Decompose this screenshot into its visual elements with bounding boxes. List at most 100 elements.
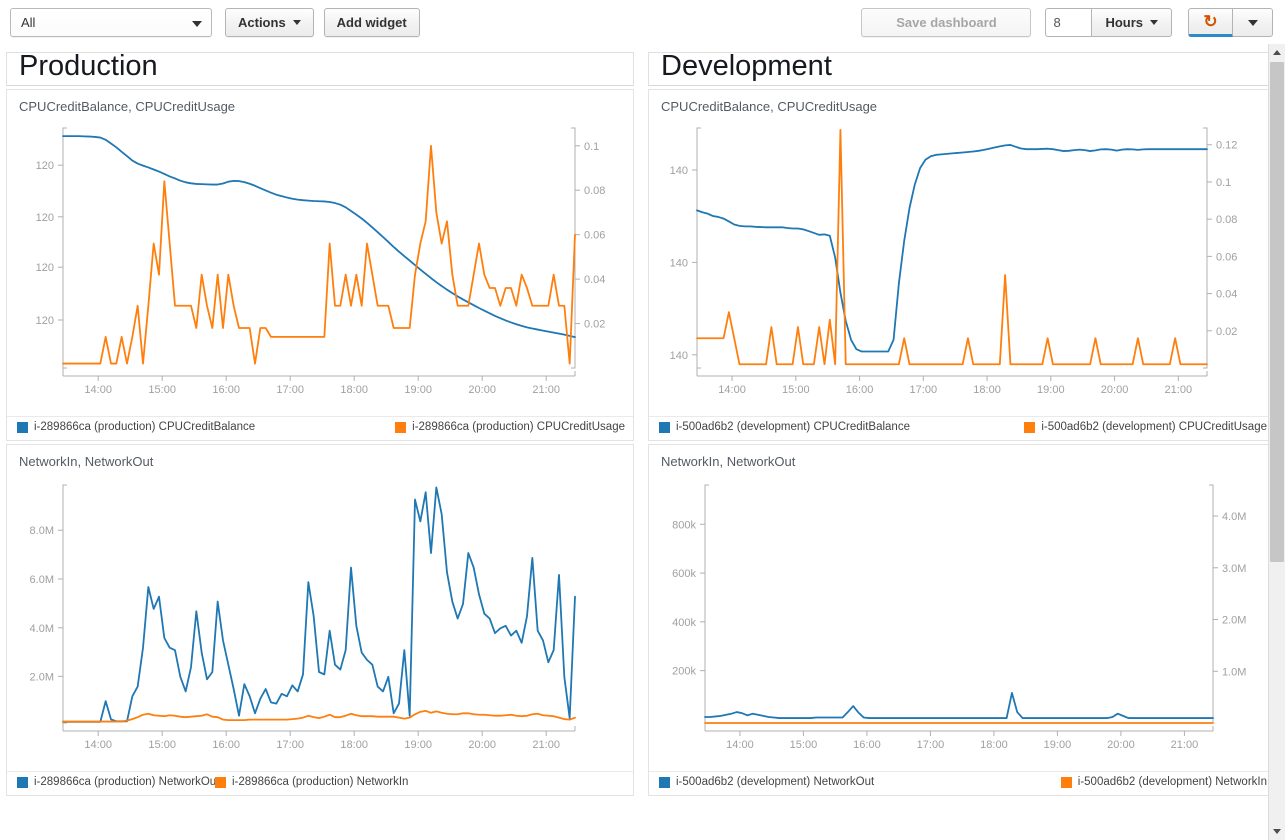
widget-dev-net[interactable]: NetworkIn, NetworkOut 14:00 15:00 16:00 17:…: [648, 444, 1276, 796]
legend-swatch: [215, 776, 226, 788]
legend-label: i-289866ca (production) NetworkIn: [232, 776, 409, 788]
svg-text:2.0M: 2.0M: [1222, 615, 1246, 627]
legend-swatch: [17, 776, 28, 788]
graph-canvas: 14:00 15:00 16:00 17:00 18:00 19:00 20:00 21:00…: [672, 484, 1246, 751]
graph-prod-cpu[interactable]: 14:00 15:00 16:00 17:00 18:00 19:00 20:00 21:00…: [7, 116, 633, 416]
period-unit-select[interactable]: Hours: [1091, 8, 1172, 37]
svg-text:0.08: 0.08: [584, 185, 605, 197]
svg-text:400k: 400k: [672, 617, 696, 629]
actions-button-label: Actions: [238, 15, 286, 30]
svg-text:19:00: 19:00: [404, 384, 432, 396]
legend-dev-cpu: i-500ad6b2 (development) CPUCreditBalanc…: [649, 416, 1275, 440]
svg-text:16:00: 16:00: [212, 384, 240, 396]
legend-swatch: [659, 776, 670, 788]
svg-text:120: 120: [36, 160, 54, 172]
scrollbar-thumb[interactable]: [1270, 62, 1284, 562]
save-dashboard-label: Save dashboard: [896, 15, 997, 30]
svg-text:1.0M: 1.0M: [1222, 666, 1246, 678]
panel-production: Production CPUCreditBalance, CPUCreditUs…: [6, 52, 634, 796]
widget-dev-cpu[interactable]: CPUCreditBalance, CPUCreditUsage 14:00 15…: [648, 89, 1276, 441]
scope-select[interactable]: All: [10, 8, 212, 37]
chevron-down-icon: [1247, 19, 1258, 26]
legend-swatch: [395, 421, 407, 433]
svg-text:4.0M: 4.0M: [30, 623, 54, 635]
svg-text:14:00: 14:00: [84, 384, 112, 396]
graph-canvas: 14:00 15:00 16:00 17:00 18:00 19:00 20:00 21:00…: [36, 127, 605, 396]
widget-prod-cpu[interactable]: CPUCreditBalance, CPUCreditUsage 14:00 15…: [6, 89, 634, 441]
svg-text:15:00: 15:00: [148, 739, 176, 751]
legend-label: i-500ad6b2 (development) CPUCreditUsage: [1041, 421, 1267, 433]
legend-item[interactable]: i-500ad6b2 (development) NetworkIn: [1060, 776, 1267, 788]
panel-development-header: Development: [648, 52, 1276, 86]
legend-item[interactable]: i-289866ca (production) CPUCreditBalance: [17, 421, 255, 433]
svg-text:0.02: 0.02: [584, 319, 605, 331]
svg-text:20:00: 20:00: [1107, 739, 1135, 751]
save-dashboard-button[interactable]: Save dashboard: [861, 8, 1032, 37]
svg-text:19:00: 19:00: [404, 739, 432, 751]
svg-text:15:00: 15:00: [790, 739, 818, 751]
svg-text:8.0M: 8.0M: [30, 525, 54, 537]
graph-prod-net[interactable]: 14:00 15:00 16:00 17:00 18:00 19:00 20:00 21:00…: [7, 471, 633, 771]
svg-text:21:00: 21:00: [1165, 384, 1193, 396]
toolbar-right-group: Save dashboard Hours ↻: [861, 8, 1273, 37]
svg-text:16:00: 16:00: [846, 384, 874, 396]
svg-text:21:00: 21:00: [1171, 739, 1199, 751]
svg-text:17:00: 17:00: [276, 739, 304, 751]
svg-text:600k: 600k: [672, 568, 696, 580]
legend-item[interactable]: i-500ad6b2 (development) CPUCreditUsage: [1024, 421, 1267, 433]
period-value-input[interactable]: [1045, 8, 1092, 37]
svg-text:2.0M: 2.0M: [30, 671, 54, 683]
graph-dev-net[interactable]: 14:00 15:00 16:00 17:00 18:00 19:00 20:00 21:00…: [649, 471, 1275, 771]
chevron-up-icon: [1273, 50, 1281, 55]
legend-label: i-500ad6b2 (development) NetworkOut: [676, 776, 875, 788]
legend-item[interactable]: i-289866ca (production) NetworkIn: [215, 776, 408, 788]
legend-item[interactable]: i-289866ca (production) CPUCreditUsage: [395, 421, 625, 433]
legend-item[interactable]: i-500ad6b2 (development) NetworkOut: [659, 776, 874, 788]
legend-swatch: [17, 421, 28, 433]
refresh-button[interactable]: ↻: [1188, 8, 1233, 37]
chevron-down-icon: [292, 20, 301, 25]
legend-prod-net: i-289866ca (production) NetworkOut i-289…: [7, 771, 633, 795]
svg-text:0.06: 0.06: [584, 230, 605, 242]
svg-text:17:00: 17:00: [910, 384, 938, 396]
svg-text:16:00: 16:00: [212, 739, 240, 751]
vertical-scrollbar[interactable]: [1268, 44, 1285, 840]
refresh-options-button[interactable]: [1233, 8, 1273, 37]
svg-text:4.0M: 4.0M: [1222, 511, 1246, 523]
legend-label: i-289866ca (production) CPUCreditUsage: [412, 421, 625, 433]
legend-item[interactable]: i-500ad6b2 (development) CPUCreditBalanc…: [659, 421, 910, 433]
panel-development: Development CPUCreditBalance, CPUCreditU…: [648, 52, 1276, 796]
svg-text:0.06: 0.06: [1216, 251, 1237, 263]
svg-text:140: 140: [670, 350, 688, 362]
chevron-down-icon: [1273, 829, 1281, 834]
legend-swatch: [1060, 776, 1072, 788]
svg-text:14:00: 14:00: [718, 384, 746, 396]
dashboard-body: Production CPUCreditBalance, CPUCreditUs…: [0, 44, 1285, 840]
svg-text:15:00: 15:00: [782, 384, 810, 396]
svg-text:15:00: 15:00: [148, 384, 176, 396]
widget-prod-net[interactable]: NetworkIn, NetworkOut 14:00 15:00 16:00 17:…: [6, 444, 634, 796]
svg-text:17:00: 17:00: [276, 384, 304, 396]
svg-text:18:00: 18:00: [980, 739, 1008, 751]
legend-label: i-500ad6b2 (development) NetworkIn: [1077, 776, 1267, 788]
svg-text:120: 120: [36, 212, 54, 224]
add-widget-button[interactable]: Add widget: [323, 8, 420, 37]
svg-text:0.08: 0.08: [1216, 214, 1237, 226]
chevron-down-icon: [1150, 20, 1158, 25]
refresh-group: ↻: [1188, 8, 1273, 37]
svg-text:17:00: 17:00: [917, 739, 945, 751]
svg-text:120: 120: [36, 262, 54, 274]
graph-canvas: 14:00 15:00 16:00 17:00 18:00 19:00 20:00 21:00…: [30, 484, 576, 751]
scroll-up-button[interactable]: [1269, 44, 1285, 61]
legend-prod-cpu: i-289866ca (production) CPUCreditBalance…: [7, 416, 633, 440]
svg-text:20:00: 20:00: [468, 739, 496, 751]
chevron-down-icon: [192, 20, 202, 27]
widget-title: NetworkIn, NetworkOut: [661, 454, 796, 469]
svg-text:6.0M: 6.0M: [30, 574, 54, 586]
svg-text:19:00: 19:00: [1044, 739, 1072, 751]
legend-item[interactable]: i-289866ca (production) NetworkOut: [17, 776, 219, 788]
legend-swatch: [1024, 421, 1036, 433]
scroll-down-button[interactable]: [1269, 823, 1285, 840]
graph-dev-cpu[interactable]: 14:00 15:00 16:00 17:00 18:00 19:00 20:00 21:00…: [649, 116, 1275, 416]
actions-button[interactable]: Actions: [225, 8, 314, 37]
